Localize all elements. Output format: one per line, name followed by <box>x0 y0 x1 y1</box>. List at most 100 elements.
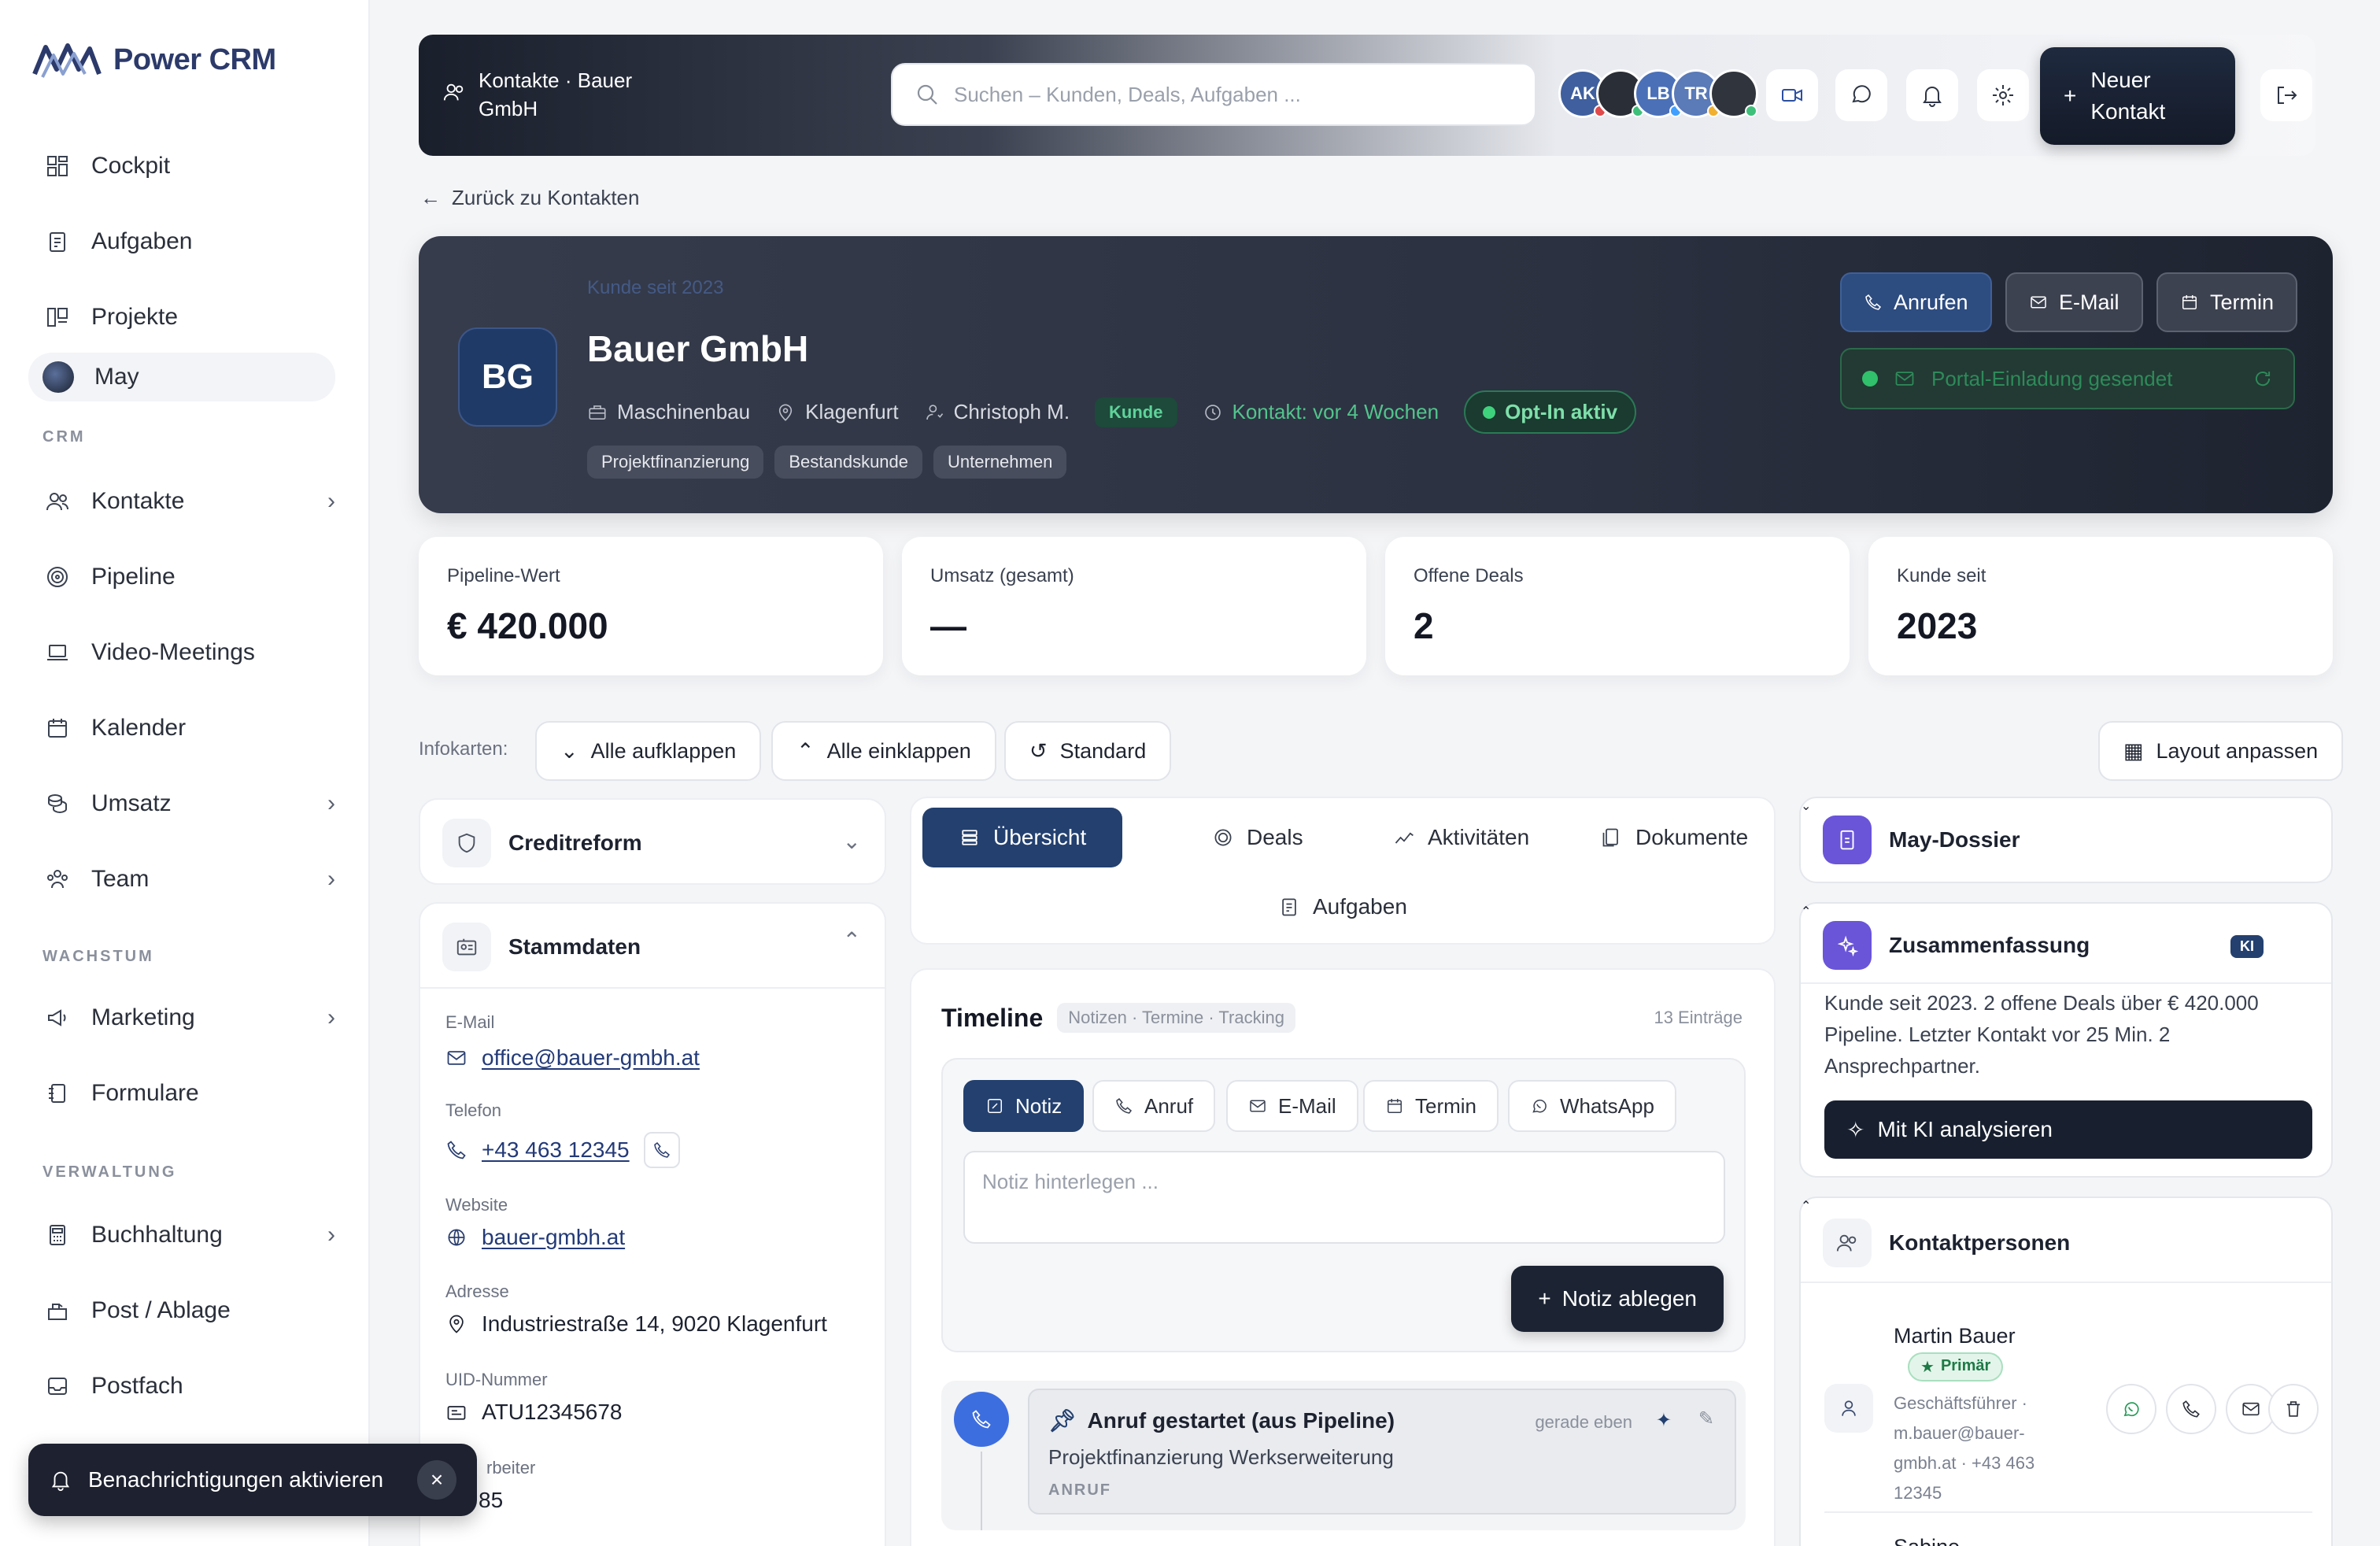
person-name[interactable]: Martin Bauer <box>1894 1324 2016 1348</box>
creditreform-card[interactable]: Creditreform ⌄ <box>419 798 886 885</box>
card-header[interactable]: Kontaktpersonen <box>1823 1219 2070 1267</box>
expand-all-button[interactable]: ⌄ Alle aufklappen <box>535 721 762 781</box>
city: Klagenfurt <box>775 400 899 424</box>
delete-person-button[interactable] <box>2268 1384 2319 1434</box>
pin-entry-icon[interactable]: ✦ <box>1656 1409 1672 1432</box>
back-link-label: Zurück zu Kontakten <box>452 186 640 209</box>
card-header[interactable]: Zusammenfassung <box>1823 921 2090 970</box>
chevron-up-icon[interactable]: ⌃ <box>1801 905 1811 919</box>
sidebar-item-pipeline[interactable]: Pipeline <box>44 553 335 601</box>
refresh-icon[interactable] <box>2252 368 2273 389</box>
note-textarea[interactable]: Notiz hinterlegen ... <box>963 1151 1725 1244</box>
logout-button[interactable] <box>2260 69 2312 121</box>
sidebar-item-marketing[interactable]: Marketing › <box>44 993 335 1042</box>
sidebar-item-post-ablage[interactable]: Post / Ablage <box>44 1286 335 1335</box>
summary-card: Zusammenfassung KI ⌃ Kunde seit 2023. 2 … <box>1799 902 2333 1178</box>
tag[interactable]: Projektfinanzierung <box>587 446 764 479</box>
card-header[interactable]: Stammdaten <box>442 923 641 971</box>
trash-icon <box>2286 1401 2301 1417</box>
settings-button[interactable] <box>1977 69 2029 121</box>
analyze-with-ai-button[interactable]: ✧ Mit KI analysieren <box>1824 1100 2312 1159</box>
card-header: Creditreform <box>442 819 642 867</box>
save-note-button[interactable]: + Notiz ablegen <box>1511 1266 1724 1332</box>
company-avatar: BG <box>458 327 557 427</box>
card-header: May-Dossier <box>1823 816 2020 864</box>
tag[interactable]: Bestandskunde <box>774 446 923 479</box>
email-field[interactable]: office@bauer-gmbh.at <box>445 1045 700 1071</box>
kpi-pipeline-value: Pipeline-Wert € 420.000 <box>419 537 883 675</box>
composer-tab-email[interactable]: E-Mail <box>1226 1080 1358 1132</box>
website-field[interactable]: bauer-gmbh.at <box>445 1225 625 1250</box>
tab-overview[interactable]: Übersicht <box>922 808 1123 867</box>
sidebar-item-kontakte[interactable]: Kontakte › <box>44 477 335 526</box>
sidebar-item-formulare[interactable]: Formulare <box>44 1069 335 1118</box>
timeline-entry-body[interactable]: 📌︎ Anruf gestartet (aus Pipeline) gerade… <box>1028 1389 1736 1515</box>
tab-documents[interactable]: Dokumente <box>1565 808 1784 867</box>
call-phone-button[interactable] <box>643 1132 680 1168</box>
sidebar-item-kalender[interactable]: Kalender <box>44 704 335 753</box>
sidebar-item-aufgaben[interactable]: Aufgaben <box>44 217 335 266</box>
tab-tasks[interactable]: Aufgaben <box>1242 877 1443 937</box>
calculator-icon <box>44 1222 71 1248</box>
sidebar-item-projekte[interactable]: Projekte <box>44 293 335 342</box>
collapse-all-button[interactable]: ⌃ Alle einklappen <box>771 721 996 781</box>
mail-icon <box>1895 372 1914 386</box>
sidebar-item-postfach[interactable]: Postfach <box>44 1362 335 1411</box>
sidebar-item-umsatz[interactable]: Umsatz › <box>44 779 335 828</box>
video-button[interactable] <box>1766 69 1818 121</box>
chevron-right-icon: › <box>327 1004 335 1030</box>
chevron-down-icon[interactable]: ⌄ <box>843 828 861 854</box>
call-button[interactable]: Anrufen <box>1840 272 1992 332</box>
email-button[interactable]: E-Mail <box>2005 272 2143 332</box>
chat-button[interactable] <box>1835 69 1887 121</box>
bell-icon <box>1923 87 1942 107</box>
search-input[interactable]: Suchen – Kunden, Deals, Aufgaben ... <box>891 63 1536 126</box>
sidebar-item-video-meetings[interactable]: Video-Meetings <box>44 628 335 677</box>
back-to-contacts-link[interactable]: ← Zurück zu Kontakten <box>420 186 639 210</box>
notifications-button[interactable] <box>1906 69 1958 121</box>
website-link[interactable]: bauer-gmbh.at <box>482 1225 625 1250</box>
kpi-label: Pipeline-Wert <box>447 565 560 586</box>
meeting-button[interactable]: Termin <box>2156 272 2298 332</box>
tab-activities[interactable]: Aktivitäten <box>1357 808 1565 867</box>
phone-icon <box>447 1141 466 1160</box>
sidebar-item-may[interactable]: May <box>28 353 335 401</box>
composer-tab-call[interactable]: Anruf <box>1092 1080 1216 1132</box>
composer-tab-whatsapp[interactable]: WhatsApp <box>1508 1080 1676 1132</box>
new-contact-button[interactable]: + Neuer Kontakt <box>2040 47 2235 145</box>
reset-standard-button[interactable]: ↺ Standard <box>1004 721 1172 781</box>
phone-link[interactable]: +43 463 12345 <box>482 1137 630 1163</box>
person-avatar <box>1824 1384 1873 1433</box>
app-logo[interactable]: Power CRM <box>31 38 276 82</box>
close-icon[interactable]: × <box>417 1460 456 1500</box>
card-title: Stammdaten <box>508 934 641 959</box>
enable-notifications-toast[interactable]: Benachrichtigungen aktivieren × <box>28 1444 477 1516</box>
sidebar-item-buchhaltung[interactable]: Buchhaltung › <box>44 1211 335 1259</box>
sidebar-item-cockpit[interactable]: Cockpit <box>44 142 335 190</box>
inbox-icon <box>44 1373 71 1400</box>
edit-icon[interactable]: ✎ <box>1698 1407 1714 1430</box>
may-dossier-card[interactable]: May-Dossier ⌄ <box>1799 797 2333 883</box>
clock-icon <box>1204 404 1221 420</box>
user-icon <box>1842 1400 1856 1416</box>
stammdaten-card: Stammdaten ⌃ E-Mail office@bauer-gmbh.at… <box>419 902 886 1546</box>
tab-deals[interactable]: Deals <box>1176 808 1340 867</box>
breadcrumb[interactable]: Kontakte · Bauer GmbH <box>442 66 632 123</box>
customize-layout-button[interactable]: ▦ Layout anpassen <box>2098 721 2344 781</box>
timeline-entry: 📌︎ Anruf gestartet (aus Pipeline) gerade… <box>941 1381 1746 1530</box>
chevron-up-icon[interactable]: ⌃ <box>1801 1200 1811 1213</box>
portal-invite-status[interactable]: Portal-Einladung gesendet <box>1840 348 2295 409</box>
phone-field[interactable]: +43 463 12345 <box>445 1132 680 1168</box>
mailbox-icon <box>44 1297 71 1324</box>
whatsapp-button[interactable] <box>2106 1384 2156 1434</box>
person-name[interactable]: Sabine <box>1894 1535 1960 1546</box>
call-person-button[interactable] <box>2166 1384 2216 1434</box>
sidebar-item-team[interactable]: Team › <box>44 855 335 904</box>
avatar[interactable] <box>1709 69 1758 118</box>
email-link[interactable]: office@bauer-gmbh.at <box>482 1045 700 1071</box>
chevron-down-icon[interactable]: ⌄ <box>1801 800 1811 813</box>
chevron-up-icon[interactable]: ⌃ <box>843 927 861 953</box>
composer-tab-meeting[interactable]: Termin <box>1363 1080 1499 1132</box>
tag[interactable]: Unternehmen <box>933 446 1067 479</box>
composer-tab-note[interactable]: Notiz <box>963 1080 1085 1132</box>
